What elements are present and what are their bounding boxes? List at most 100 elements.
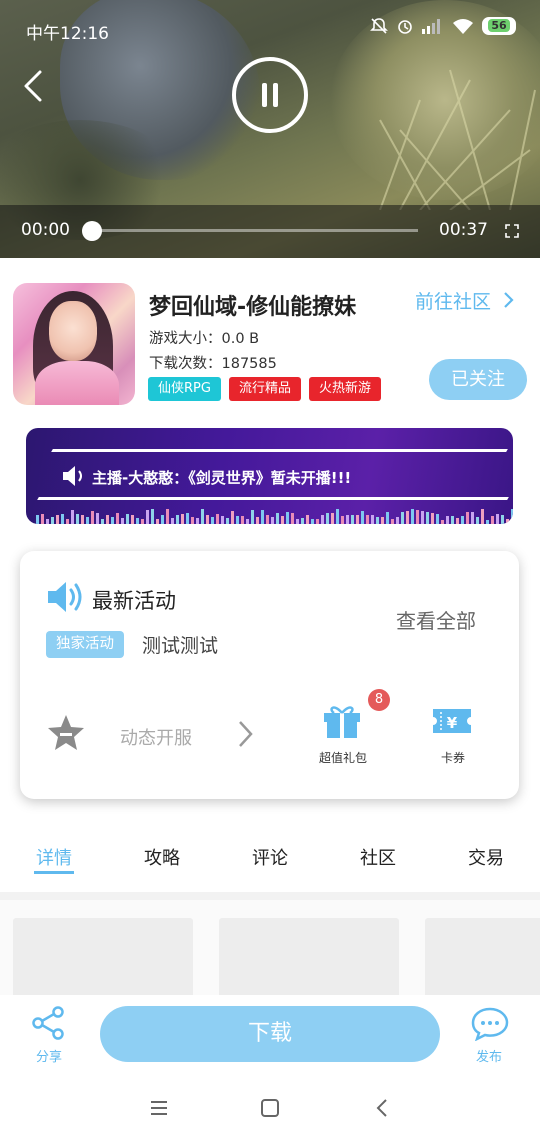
share-icon[interactable] — [31, 1006, 67, 1040]
equalizer-bar — [266, 515, 269, 524]
download-button[interactable]: 下载 — [100, 1006, 440, 1062]
chevron-right-icon[interactable] — [237, 719, 255, 749]
tab-community[interactable]: 社区 — [348, 844, 408, 870]
equalizer-bar — [501, 515, 504, 524]
share-label[interactable]: 分享 — [36, 1046, 62, 1065]
equalizer-bar — [426, 512, 429, 524]
equalizer-bar — [151, 509, 154, 524]
svg-text:¥: ¥ — [447, 714, 458, 732]
equalizer-bar — [216, 514, 219, 524]
equalizer-bar — [46, 519, 49, 524]
equalizer-bar — [316, 519, 319, 524]
coupon-icon[interactable]: ¥ — [431, 703, 473, 739]
equalizer-bar — [311, 519, 314, 524]
chat-bubble-icon[interactable] — [471, 1007, 509, 1041]
equalizer-bar — [396, 517, 399, 524]
live-broadcast-banner[interactable]: 主播-大憨憨：《剑灵世界》暂未开播!!! — [26, 428, 513, 524]
equalizer-bar — [181, 514, 184, 524]
equalizer-bar — [191, 517, 194, 524]
mute-icon — [370, 18, 388, 34]
detail-tabs: 详情 攻略 评论 社区 交易 — [0, 840, 540, 884]
wifi-icon — [453, 19, 473, 34]
equalizer-bar — [446, 516, 449, 524]
tab-comments[interactable]: 评论 — [240, 844, 300, 870]
equalizer-bar — [411, 509, 414, 524]
pause-icon[interactable] — [232, 57, 308, 133]
equalizer-bar — [176, 515, 179, 524]
post-label[interactable]: 发布 — [476, 1046, 502, 1065]
section-divider — [0, 892, 540, 900]
equalizer-bar — [306, 515, 309, 524]
equalizer-bar — [441, 520, 444, 524]
game-detail-page: 中午12:16 56 00:00 00:37 梦回仙域-修仙能撩妹 游戏大小：0… — [0, 0, 540, 1140]
video-current-time: 00:00 — [21, 220, 70, 240]
tab-details[interactable]: 详情 — [24, 844, 84, 870]
equalizer-bar — [291, 513, 294, 524]
home-icon[interactable] — [259, 1097, 281, 1119]
game-size: 游戏大小：0.0 B — [149, 331, 260, 347]
activity-name[interactable]: 测试测试 — [142, 631, 218, 658]
coupon-label[interactable]: 卡券 — [441, 749, 465, 766]
dynamic-server-label[interactable]: 动态开服 — [120, 724, 192, 750]
video-frame-foliage — [379, 69, 536, 210]
equalizer-bar — [121, 518, 124, 524]
fullscreen-icon[interactable] — [505, 224, 519, 238]
equalizer-bar — [286, 512, 289, 524]
equalizer-bar — [101, 519, 104, 524]
game-tags: 仙侠RPG 流行精品 火热新游 — [148, 377, 381, 401]
go-to-community-link[interactable]: 前往社区 — [415, 287, 515, 314]
menu-icon[interactable] — [148, 1097, 170, 1119]
equalizer-bar — [171, 518, 174, 524]
equalizer-bar — [241, 516, 244, 524]
equalizer-bar — [276, 513, 279, 524]
equalizer-bar — [366, 515, 369, 524]
equalizer-bar — [131, 515, 134, 524]
activity-card: 最新活动 查看全部 独家活动 测试测试 动态开服 8 超值礼包 ¥ 卡券 — [20, 551, 519, 799]
equalizer-bar — [346, 515, 349, 524]
follow-button[interactable]: 已关注 — [429, 359, 527, 400]
equalizer-bar — [221, 516, 224, 524]
equalizer-bar — [406, 511, 409, 524]
active-tab-indicator — [34, 871, 74, 874]
equalizer-bar — [41, 514, 44, 524]
view-all-link[interactable]: 查看全部 — [396, 605, 476, 634]
equalizer-bar — [236, 516, 239, 524]
equalizer-bar — [111, 517, 114, 524]
screenshot-placeholder[interactable] — [425, 918, 540, 998]
star-icon — [48, 715, 84, 750]
seek-knob[interactable] — [82, 221, 102, 241]
equalizer-bar — [356, 515, 359, 524]
equalizer-bar — [336, 509, 339, 524]
gift-count-badge: 8 — [368, 689, 390, 711]
tab-trade[interactable]: 交易 — [456, 844, 516, 870]
bottom-action-bar: 分享 下载 发布 — [0, 995, 540, 1075]
equalizer-bar — [466, 512, 469, 524]
equalizer-bar — [56, 515, 59, 524]
gift-icon[interactable] — [322, 701, 362, 739]
equalizer-bar — [201, 509, 204, 524]
equalizer-bar — [436, 514, 439, 524]
equalizer-bar — [261, 510, 264, 524]
equalizer-bar — [206, 515, 209, 524]
video-player[interactable]: 中午12:16 56 00:00 00:37 — [0, 0, 540, 258]
megaphone-icon — [48, 582, 82, 612]
equalizer-bar — [226, 518, 229, 524]
seek-bar[interactable] — [92, 229, 418, 232]
equalizer-bar — [126, 514, 129, 524]
audio-equalizer — [36, 508, 513, 524]
equalizer-bar — [256, 517, 259, 524]
activity-title: 最新活动 — [92, 589, 176, 613]
equalizer-bar — [481, 509, 484, 524]
equalizer-bar — [106, 515, 109, 524]
equalizer-bar — [321, 515, 324, 524]
equalizer-bar — [271, 517, 274, 524]
screenshot-placeholder[interactable] — [13, 918, 193, 998]
equalizer-bar — [456, 518, 459, 524]
back-arrow-icon[interactable] — [18, 68, 50, 104]
gift-pack-label[interactable]: 超值礼包 — [319, 749, 367, 766]
equalizer-bar — [301, 518, 304, 524]
screenshot-placeholder[interactable] — [219, 918, 399, 998]
equalizer-bar — [81, 515, 84, 524]
back-icon[interactable] — [372, 1097, 394, 1119]
tab-guides[interactable]: 攻略 — [132, 844, 192, 870]
